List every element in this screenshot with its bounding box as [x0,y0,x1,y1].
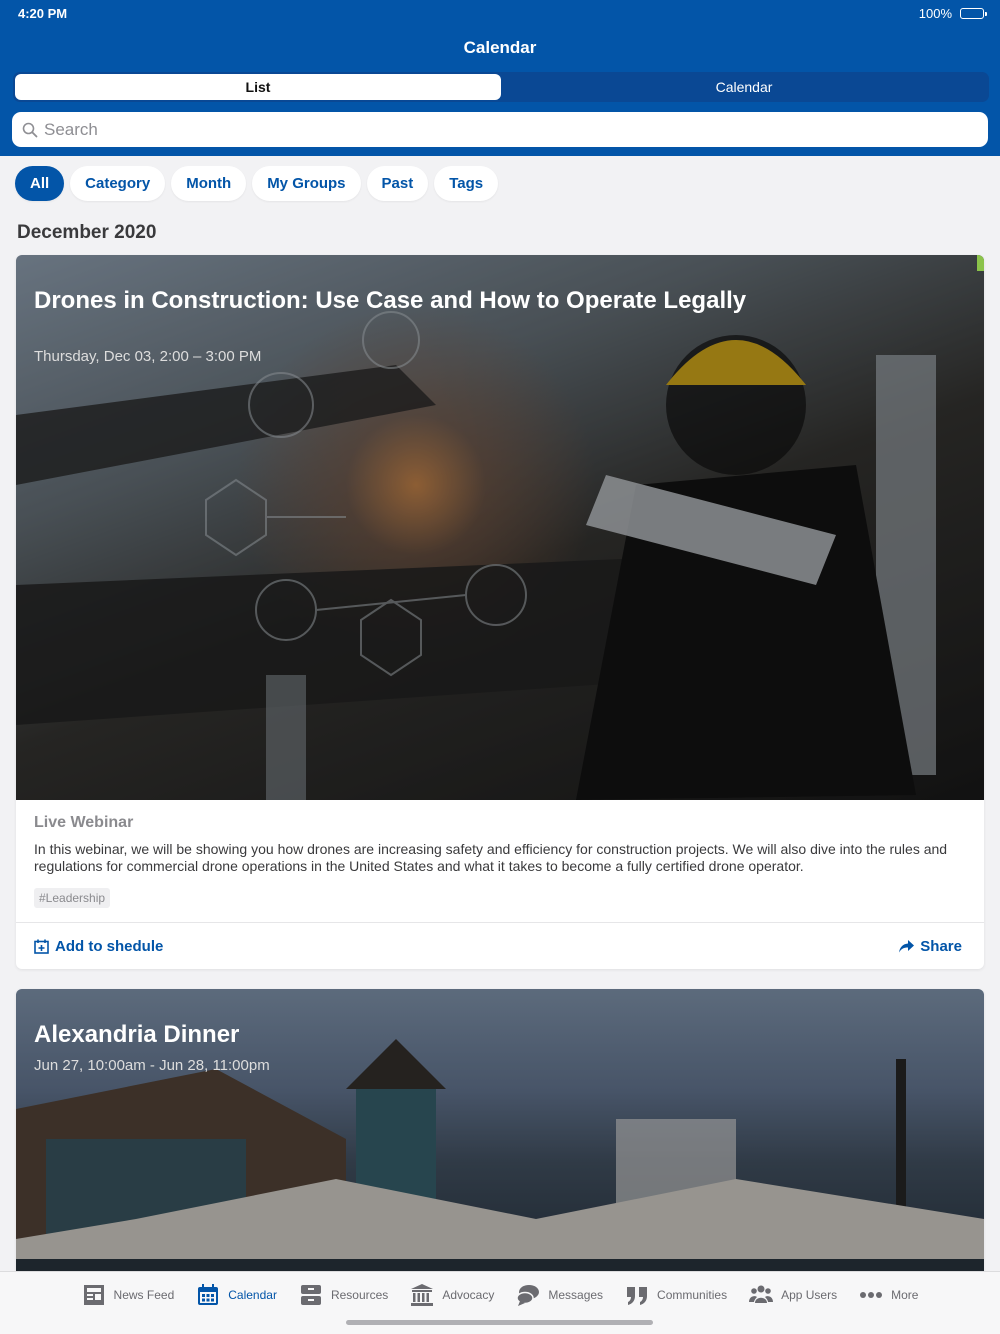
filter-month[interactable]: Month [171,166,247,201]
filter-category[interactable]: Category [70,166,166,201]
tab-label: Messages [548,1288,604,1302]
communities-icon [627,1287,648,1305]
event-type: Live Webinar [34,814,134,831]
event-card[interactable]: Alexandria Dinner Jun 27, 10:00am - Jun … [16,989,984,1279]
calendar-icon [198,1284,219,1305]
search-input[interactable] [44,119,944,140]
tab-label: More [891,1288,919,1302]
more-icon [860,1292,883,1298]
search-bar [12,112,988,147]
home-indicator [346,1320,653,1325]
status-time: 4:20 PM [18,6,68,21]
status-battery: 100% [918,6,987,21]
tab-news-feed[interactable]: News Feed [71,1283,186,1307]
add-to-schedule-label: Add to shedule [55,937,164,955]
event-title: Alexandria Dinner [34,1021,240,1048]
event-description: In this webinar, we will be showing you … [34,841,948,874]
tab-bar: News Feed Calendar Resources Advocacy Me… [0,1271,1000,1334]
view-segmented-control: List Calendar [13,72,989,102]
tab-advocacy[interactable]: Advocacy [399,1283,505,1307]
tab-label: Advocacy [442,1288,495,1302]
messages-icon [516,1285,540,1306]
add-to-schedule-button[interactable]: Add to shedule [34,938,163,955]
tab-label: News Feed [113,1288,175,1302]
share-button[interactable]: Share [899,938,962,955]
segment-list[interactable]: List [15,74,501,100]
share-label: Share [920,937,962,955]
page-title: Calendar [463,38,537,57]
event-details: Live Webinar In this webinar, we will be… [16,800,984,908]
event-image: Drones in Construction: Use Case and How… [16,255,984,800]
resources-icon [300,1285,321,1305]
event-title: Drones in Construction: Use Case and How… [34,287,747,314]
tab-label: Communities [657,1288,728,1302]
tab-more[interactable]: More [848,1283,929,1307]
event-date: Jun 27, 10:00am - Jun 28, 11:00pm [34,1057,270,1074]
news-feed-icon [83,1285,104,1305]
event-actions: Add to shedule Share [16,922,984,969]
header: 4:20 PM 100% Calendar List Calendar [0,0,1000,156]
event-card[interactable]: Drones in Construction: Use Case and How… [16,255,984,969]
battery-icon [960,8,987,19]
tab-resources[interactable]: Resources [288,1283,399,1307]
tab-app-users[interactable]: App Users [738,1283,848,1307]
tab-messages[interactable]: Messages [505,1283,614,1307]
tab-label: Calendar [228,1288,277,1302]
filter-chips: All Category Month My Groups Past Tags [15,166,499,201]
share-icon [899,939,915,952]
advocacy-icon [411,1284,434,1306]
event-image: Alexandria Dinner Jun 27, 10:00am - Jun … [16,989,984,1279]
battery-percent: 100% [918,6,952,21]
filter-tags[interactable]: Tags [434,166,499,201]
filter-past[interactable]: Past [366,166,429,201]
search-icon [22,122,38,137]
app-users-icon [749,1285,774,1303]
section-month-title: December 2020 [17,222,157,243]
event-tag[interactable]: #Leadership [34,888,111,908]
tab-label: App Users [781,1288,838,1302]
tab-label: Resources [330,1288,389,1302]
filter-my-groups[interactable]: My Groups [252,166,361,201]
calendar-add-icon [34,939,49,954]
event-date: Thursday, Dec 03, 2:00 – 3:00 PM [34,348,262,365]
event-accent-strip [977,255,984,271]
filter-all[interactable]: All [15,166,65,201]
segment-calendar[interactable]: Calendar [501,74,987,100]
tab-calendar[interactable]: Calendar [185,1283,288,1307]
tab-communities[interactable]: Communities [614,1283,738,1307]
